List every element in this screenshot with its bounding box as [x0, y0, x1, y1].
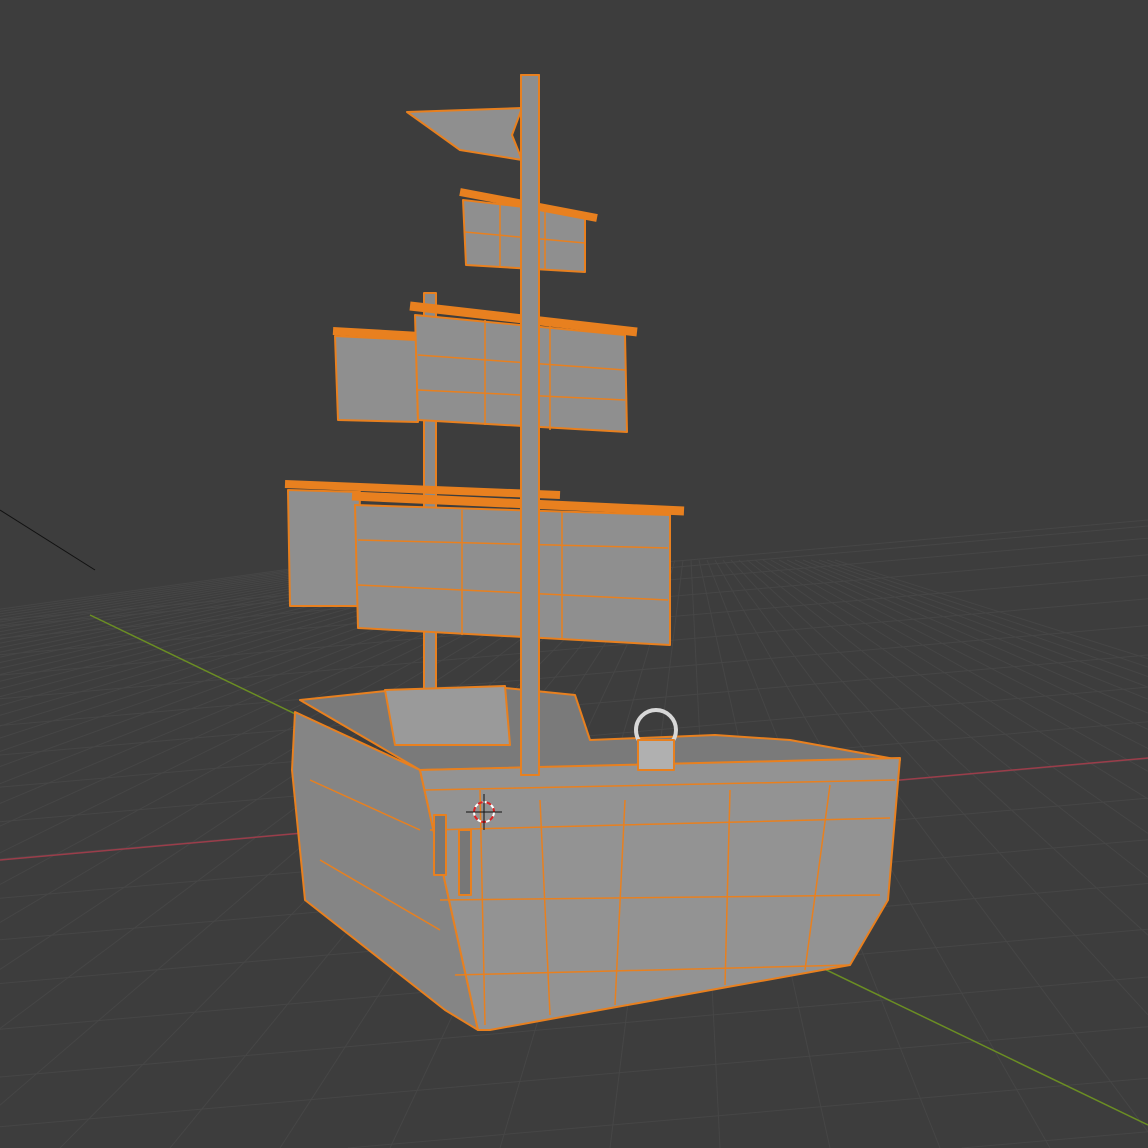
- viewport-canvas[interactable]: [0, 0, 1148, 1148]
- ship-model[interactable]: [284, 74, 901, 1031]
- flag: [406, 107, 523, 161]
- steering-wheel-base: [637, 739, 675, 771]
- main-mast-front: [520, 74, 540, 776]
- grid-line: [786, 559, 1148, 730]
- 3d-viewport[interactable]: [0, 0, 1148, 1148]
- grid-line: [778, 559, 1148, 749]
- grid-line: [794, 559, 1148, 714]
- grid-line: [347, 1077, 1148, 1148]
- grid-line: [834, 559, 1148, 660]
- rail: [384, 685, 511, 746]
- window: [458, 829, 472, 896]
- sail: [354, 504, 671, 646]
- sail: [287, 489, 361, 607]
- sail: [334, 335, 419, 423]
- camera-line: [0, 509, 96, 571]
- yard: [332, 327, 421, 340]
- grid-line: [826, 559, 1148, 668]
- grid-line: [961, 1131, 1148, 1148]
- window: [433, 814, 447, 876]
